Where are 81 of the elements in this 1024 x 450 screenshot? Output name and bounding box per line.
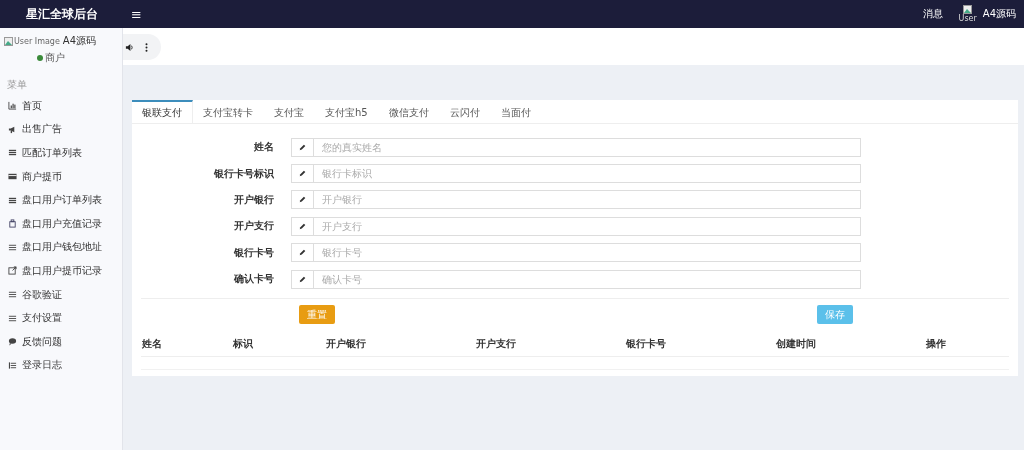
user-name[interactable]: A4源码 [982, 7, 1016, 21]
field-label: 银行卡号标识 [213, 166, 274, 181]
broken-image-icon[interactable] [963, 5, 973, 14]
menu-heading: 菜单 [6, 78, 28, 92]
sidebar-item[interactable]: 支付设置 [0, 306, 122, 330]
column-header: 标识 [233, 337, 254, 352]
column-header: 开户支行 [476, 337, 517, 352]
sidebar-item[interactable]: 匹配订单列表 [0, 141, 122, 165]
tab[interactable]: 支付宝h5 [315, 100, 379, 123]
input-field[interactable]: 您的真实姓名 [314, 137, 861, 157]
list-icon [8, 360, 17, 370]
pencil-icon [299, 222, 306, 230]
column-header: 开户银行 [326, 337, 367, 352]
field-label: 姓名 [253, 140, 274, 155]
tab[interactable]: 云闪付 [439, 100, 491, 123]
list-icon [8, 290, 17, 300]
field-label: 开户支行 [233, 219, 274, 234]
list-icon [8, 195, 17, 205]
sidebar-item-label: 支付设置 [22, 311, 62, 326]
input-field[interactable]: 银行卡号 [314, 243, 861, 263]
external-link-icon [8, 266, 17, 276]
pencil-icon [299, 143, 306, 151]
column-header: 操作 [926, 337, 947, 352]
input-field[interactable]: 银行卡标识 [314, 164, 861, 184]
sidebar-item-label: 反馈问题 [22, 334, 62, 349]
sidebar-item[interactable]: 反馈问题 [0, 329, 122, 354]
tab[interactable]: 当面付 [490, 100, 542, 123]
sidebar-item-label: 首页 [22, 98, 42, 113]
user-image-alt-text: User Image [14, 36, 60, 46]
pencil-icon [299, 196, 306, 204]
sidebar-item-label: 盘口用户钱包地址 [22, 240, 102, 255]
sidebar-item-label: 匹配订单列表 [22, 146, 82, 160]
user-avatar-alt-text: User [958, 14, 977, 23]
pencil-icon [299, 275, 306, 283]
tab[interactable]: 支付宝 [264, 100, 315, 123]
pencil-icon [299, 170, 306, 178]
sidebar-item[interactable]: 谷歌验证 [0, 282, 122, 307]
list-icon [8, 313, 17, 323]
sidebar-item[interactable]: 商户提币 [0, 164, 122, 189]
sidebar-item[interactable]: 盘口用户订单列表 [0, 188, 122, 212]
sidebar-item-label: 谷歌验证 [22, 287, 62, 302]
sidebar-item[interactable]: 盘口用户充值记录 [0, 211, 122, 236]
messages-link[interactable]: 消息 [922, 7, 943, 21]
sidebar-item[interactable]: 盘口用户提币记录 [0, 259, 122, 283]
input-field[interactable]: 确认卡号 [314, 269, 861, 289]
user-name: A4源码 [62, 34, 97, 48]
bar-chart-icon [8, 101, 17, 111]
tab[interactable]: 微信支付 [378, 100, 440, 123]
sidebar-item-label: 出售广告 [22, 122, 62, 137]
list-icon [8, 242, 17, 252]
sidebar-item-label: 盘口用户充值记录 [22, 216, 102, 231]
credit-card-icon [8, 172, 17, 182]
sidebar-item[interactable]: 出售广告 [0, 117, 122, 142]
broken-image-icon [4, 36, 13, 46]
sidebar-item[interactable]: 盘口用户钱包地址 [0, 235, 122, 260]
clipboard-icon [8, 219, 17, 229]
brand-title: 星汇全球后台 [24, 5, 99, 23]
input-field[interactable]: 开户支行 [314, 216, 861, 236]
field-label: 开户银行 [233, 192, 274, 207]
sidebar-item-label: 登录日志 [22, 358, 62, 373]
online-status-dot [37, 55, 43, 61]
column-header: 银行卡号 [626, 337, 667, 352]
field-label: 确认卡号 [233, 272, 274, 287]
sidebar-item[interactable]: 首页 [0, 94, 122, 118]
pencil-icon [299, 249, 306, 257]
list-icon [8, 148, 17, 158]
speech-bubble-icon [8, 337, 17, 347]
tab[interactable]: 银联支付 [132, 100, 193, 123]
field-label: 银行卡号 [233, 245, 274, 260]
sidebar-item-label: 商户提币 [22, 169, 62, 184]
menu-button[interactable]: ≡ [127, 6, 146, 22]
input-field[interactable]: 开户银行 [314, 190, 861, 210]
user-role: 商户 [45, 51, 65, 65]
column-header: 创建时间 [776, 337, 817, 352]
sidebar-item-label: 盘口用户提币记录 [22, 263, 102, 278]
megaphone-icon [8, 124, 17, 134]
tab[interactable]: 支付宝转卡 [193, 100, 264, 123]
column-header: 姓名 [142, 337, 163, 352]
speaker-icon[interactable] [125, 42, 134, 52]
sidebar-item[interactable]: 登录日志 [0, 353, 122, 378]
sidebar-item-label: 盘口用户订单列表 [22, 193, 102, 208]
